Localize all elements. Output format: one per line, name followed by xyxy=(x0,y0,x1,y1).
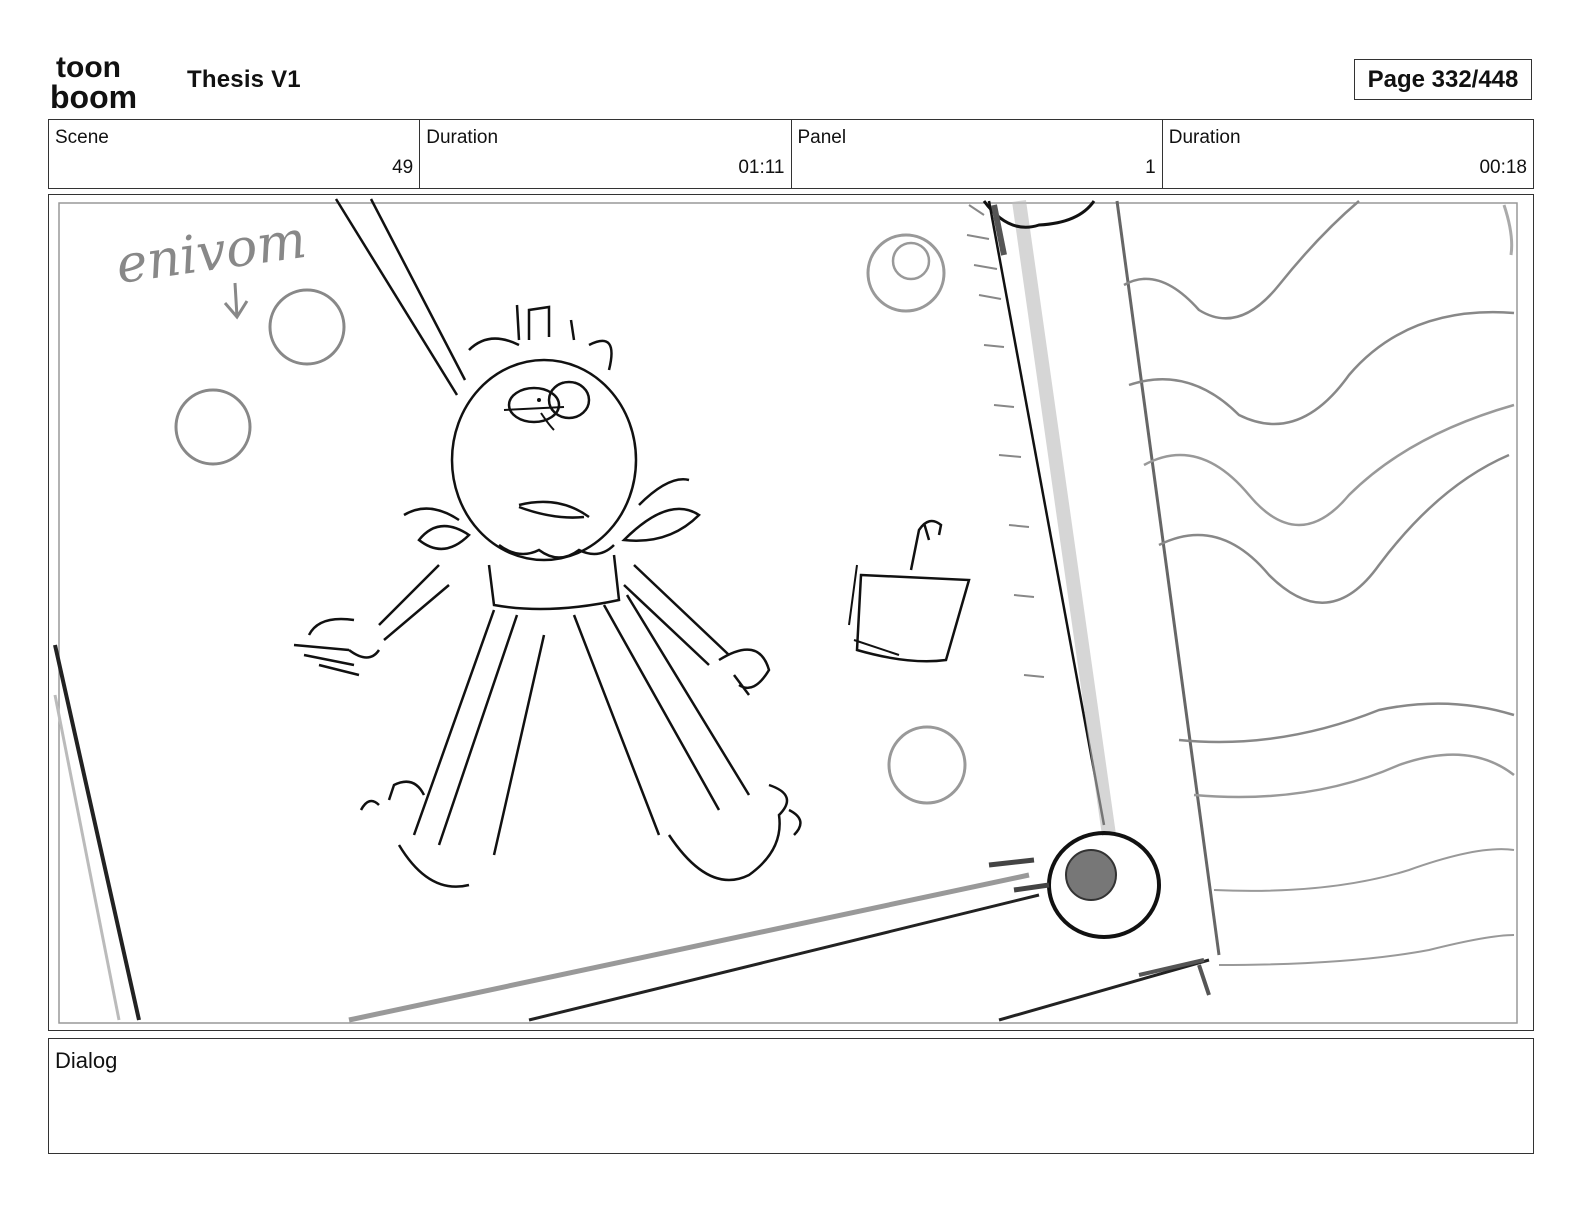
scene-label: Scene xyxy=(55,127,109,148)
project-title: Thesis V1 xyxy=(187,66,301,93)
panel-label: Panel xyxy=(797,127,847,148)
panel-info-row: Scene 49 Duration 01:11 Panel 1 Duration… xyxy=(48,119,1534,189)
page-indicator: Page 332/448 xyxy=(1354,59,1532,100)
sketch-annotation: enivom xyxy=(112,210,309,296)
logo-line2: boom xyxy=(50,79,137,112)
scene-duration-cell: Duration 01:11 xyxy=(420,120,792,188)
panel-value: 1 xyxy=(1145,157,1156,178)
toonboom-logo: toon boom xyxy=(50,51,137,112)
scene-duration-value: 01:11 xyxy=(738,157,785,178)
panel-duration-value: 00:18 xyxy=(1479,157,1527,178)
storyboard-panel: enivom xyxy=(48,194,1534,1031)
scene-value: 49 xyxy=(392,157,414,178)
panel-duration-label: Duration xyxy=(1168,127,1241,148)
panel-duration-cell: Duration 00:18 xyxy=(1163,120,1533,188)
dialog-label: Dialog xyxy=(55,1048,118,1073)
sketch-drawing: enivom xyxy=(53,198,1518,1024)
scene-cell: Scene 49 xyxy=(49,120,421,188)
panel-cell: Panel 1 xyxy=(792,120,1163,188)
dialog-box: Dialog xyxy=(48,1038,1534,1154)
scene-duration-label: Duration xyxy=(426,127,499,148)
